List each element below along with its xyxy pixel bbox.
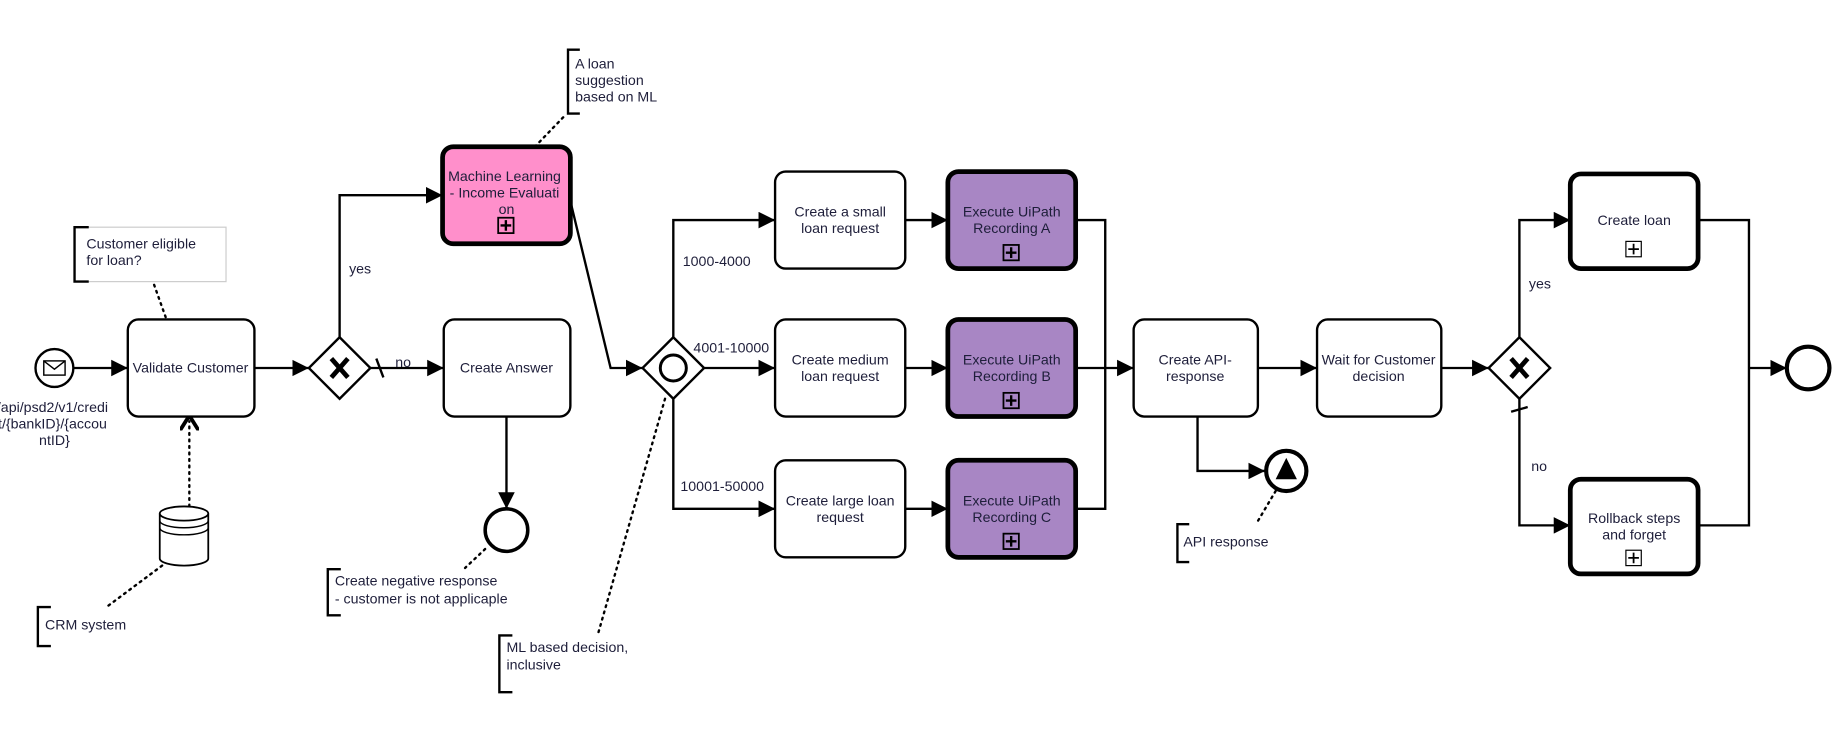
task-execute-uipath-a[interactable]: Execute UiPath Recording A [945, 169, 1079, 271]
message-start-event[interactable]: /api/psd2/v1/credi t/{bankID}/{accou ntI… [0, 347, 112, 449]
svg-text:yes: yes [1529, 277, 1551, 293]
svg-text:Create Answer: Create Answer [460, 361, 553, 377]
svg-text:Create mediumloan request: Create medium loan request [792, 352, 889, 385]
svg-text:Create negative response- cust: Create negative response - customer is no… [335, 574, 508, 608]
svg-text:Execute UiPathRecording A: Execute UiPath Recording A [963, 205, 1061, 238]
svg-text:1000-4000: 1000-4000 [683, 254, 751, 270]
svg-text:Execute UiPathRecording B: Execute UiPath Recording B [963, 352, 1061, 385]
end-event-negative[interactable] [483, 507, 530, 554]
task-execute-uipath-b[interactable]: Execute UiPath Recording B [945, 317, 1079, 419]
annotation-ml-decision[interactable]: ML based decision, inclusive [498, 634, 628, 694]
escalation-end-event[interactable] [1264, 448, 1309, 494]
svg-text:4001-10000: 4001-10000 [693, 341, 769, 357]
svg-text:A loansuggestionbased on ML: A loan suggestion based on ML [575, 57, 657, 106]
svg-text:API response: API response [1183, 535, 1268, 551]
svg-text:yes: yes [349, 261, 371, 277]
svg-text:no: no [395, 355, 411, 371]
svg-text:no: no [1531, 459, 1547, 475]
annotation-api-response[interactable]: API response [1176, 523, 1269, 564]
exclusive-gateway-eligibility[interactable] [307, 335, 373, 401]
task-create-large-loan-request[interactable]: Create large loan request [773, 459, 907, 559]
svg-text:Create loan: Create loan [1598, 213, 1671, 229]
task-create-api-response[interactable]: Create API-response [1132, 318, 1260, 418]
flow-merge-end[interactable] [1698, 218, 1751, 527]
svg-text:ML based decision,inclusive: ML based decision, inclusive [506, 640, 628, 674]
svg-text:Validate Customer: Validate Customer [133, 361, 249, 377]
exclusive-gateway-decision[interactable] [1486, 335, 1552, 401]
svg-text:10001-50000: 10001-50000 [680, 479, 764, 495]
task-rollback-steps[interactable]: Rollback steps and forget [1567, 476, 1701, 577]
svg-text:Create API-response: Create API-response [1158, 352, 1232, 385]
flow-ml-inclusive[interactable] [569, 200, 643, 377]
envelope-icon [43, 360, 66, 376]
task-execute-uipath-c[interactable]: Execute UiPath Recording C [945, 457, 1079, 560]
annotation-negative-response[interactable]: Create negative response - customer is no… [326, 567, 508, 617]
annotation-crm-system[interactable]: CRM system [36, 605, 126, 648]
annotation-ml-suggestion[interactable]: A loan suggestion based on ML [566, 48, 657, 115]
database-icon[interactable] [158, 505, 210, 567]
flow-api-escalation[interactable] [1196, 416, 1265, 480]
task-ml-income-evaluation[interactable]: Machine Learning - Income Evaluati on [440, 144, 573, 247]
start-event-label: /api/psd2/v1/credi t/{bankID}/{accou ntI… [0, 400, 112, 449]
task-validate-customer[interactable]: Validate Customer [126, 318, 256, 418]
task-create-answer[interactable]: Create Answer [442, 318, 572, 418]
task-create-medium-loan-request[interactable]: Create medium loan request [773, 318, 907, 418]
end-event-final[interactable] [1784, 344, 1832, 392]
svg-text:Execute UiPathRecording C: Execute UiPath Recording C [963, 493, 1061, 526]
svg-text:Create a smallloan request: Create a small loan request [794, 205, 885, 238]
bpmn-diagram: /api/psd2/v1/credi t/{bankID}/{accou ntI… [0, 48, 1832, 694]
task-create-small-loan-request[interactable]: Create a small loan request [773, 170, 907, 270]
svg-text:CRM system: CRM system [45, 618, 126, 634]
task-wait-for-customer-decision[interactable]: Wait for Customer decision [1315, 318, 1443, 418]
flow-a-merge[interactable] [1075, 218, 1107, 510]
annotation-customer-eligible[interactable]: Customer eligible for loan? [73, 226, 227, 283]
task-create-loan[interactable]: Create loan [1567, 171, 1701, 271]
flow-range-small[interactable] [672, 211, 776, 338]
